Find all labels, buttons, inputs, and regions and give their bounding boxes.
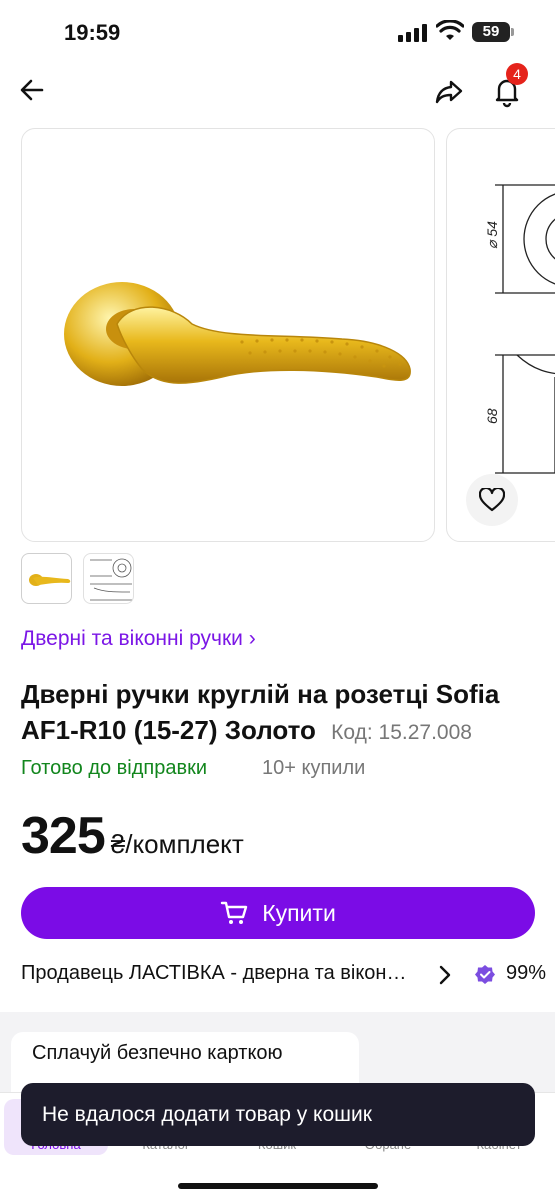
thumbnail-photo[interactable]	[21, 553, 72, 604]
door-handle-image	[64, 282, 411, 386]
error-toast: Не вдалося додати товар у кошик	[21, 1083, 535, 1146]
breadcrumb-label: Дверні та віконні ручки	[21, 627, 243, 650]
notifications-badge: 4	[506, 63, 528, 85]
product-code: Код: 15.27.008	[331, 721, 472, 744]
seller-name: Продавець ЛАСТІВКА - дверна та віконна ф…	[21, 962, 411, 984]
thumbnail-handle-image	[29, 574, 71, 586]
battery-indicator: 59	[472, 22, 510, 42]
wifi-icon	[436, 20, 464, 40]
product-photo[interactable]	[21, 128, 435, 542]
chevron-right-icon	[439, 965, 451, 985]
battery-tip	[511, 28, 514, 36]
home-indicator	[178, 1183, 378, 1189]
price-row: 325 ₴/комплект	[21, 806, 244, 866]
availability-status: Готово до відправки	[21, 757, 208, 779]
status-bar: 19:59 59	[0, 0, 555, 66]
payment-title: Сплачуй безпечно карткою	[32, 1042, 283, 1064]
buy-button-label: Купити	[262, 899, 336, 926]
cart-icon	[221, 901, 248, 924]
category-breadcrumb[interactable]: Дверні та віконні ручки ›	[21, 627, 256, 651]
price-value: 325	[21, 807, 106, 865]
seller-row[interactable]: Продавець ЛАСТІВКА - дверна та віконна ф…	[21, 960, 546, 992]
back-arrow-icon[interactable]	[16, 74, 48, 106]
product-gallery[interactable]: ⌀ 54 68	[0, 128, 555, 544]
rating-badge-icon	[475, 965, 495, 984]
product-title: Дверні ручки круглій на розетці Sofia AF…	[21, 676, 541, 751]
thumbnail-drawing[interactable]	[83, 553, 134, 604]
chevron-right-icon: ›	[248, 627, 256, 650]
cellular-signal-icon	[398, 24, 428, 42]
drawing-height-label: 68	[484, 408, 500, 424]
buy-button[interactable]: Купити	[21, 887, 535, 939]
drawing-diameter-label: ⌀ 54	[484, 221, 500, 249]
seller-rating: 99%	[506, 962, 547, 984]
price-unit: ₴/комплект	[110, 829, 244, 859]
favorite-button[interactable]	[466, 474, 518, 526]
thumbnail-drawing-image	[90, 558, 132, 601]
share-icon[interactable]	[432, 74, 466, 108]
heart-icon	[479, 488, 505, 512]
status-time: 19:59	[64, 20, 121, 45]
purchase-count: 10+ купили	[262, 757, 366, 779]
top-nav	[0, 66, 555, 116]
